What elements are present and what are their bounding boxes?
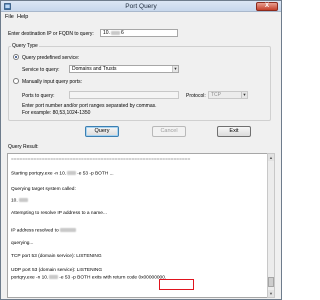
query-result-textbox[interactable]: ========================================…	[7, 153, 268, 298]
result-line-exit: portqry.exe -n 10. -e 53 -p BOTH exits wi…	[11, 275, 166, 280]
ports-hint-line2: For example: 80,53,1024-1350	[22, 110, 91, 116]
query-result-label: Query Result:	[8, 144, 39, 150]
query-type-group-label: Query Type	[11, 43, 39, 49]
scroll-thumb[interactable]	[268, 277, 274, 287]
redacted-text	[67, 171, 77, 175]
scroll-down-icon[interactable]: ▼	[268, 290, 274, 297]
redacted-text	[59, 228, 76, 232]
title-bar[interactable]: Port Query X	[1, 1, 281, 12]
result-line-resolved: IP address resolved to	[11, 228, 77, 233]
result-separator: ========================================…	[11, 157, 191, 162]
result-line-querying-target: Querying target system called:	[11, 187, 76, 192]
result-scrollbar[interactable]: ▲ ▼	[267, 153, 275, 298]
result-line-target-ip-text: 10.	[11, 198, 18, 204]
window-title: Port Query	[125, 3, 157, 10]
result-line-udp: UDP port 53 (domain service): LISTENING	[11, 268, 103, 273]
destination-label: Enter destination IP or FQDN to query:	[8, 31, 94, 37]
protocol-select[interactable]: TCP ▼	[208, 91, 248, 99]
result-line-resolve: Attempting to resolve IP address to a na…	[11, 211, 107, 216]
ports-input[interactable]	[69, 91, 179, 99]
result-line-starting-b: -e 53 -p BOTH ...	[77, 171, 114, 177]
result-line-starting: Starting portqry.exe -n 10. -e 53 -p BOTH…	[11, 171, 114, 176]
manual-ports-radio[interactable]	[13, 78, 19, 84]
redacted-text	[110, 30, 120, 35]
ports-to-query-label: Ports to query:	[22, 93, 55, 99]
result-line-querying: querying...	[11, 241, 34, 246]
result-line-exit-a: portqry.exe -n 10.	[11, 275, 49, 281]
return-code-highlight	[159, 279, 194, 290]
query-button[interactable]: Query	[85, 126, 119, 137]
chevron-down-icon: ▼	[172, 66, 178, 72]
service-select[interactable]: Domains and Trusts ▼	[69, 65, 179, 73]
destination-value-suffix: 6	[120, 30, 124, 36]
redacted-text	[49, 275, 59, 279]
result-line-target-ip: 10.	[11, 198, 29, 203]
result-line-tcp: TCP port 53 (domain service): LISTENING	[11, 254, 102, 259]
protocol-label: Protocol:	[186, 93, 206, 99]
service-select-value: Domains and Trusts	[72, 66, 117, 72]
predefined-service-label: Query predefined service:	[22, 55, 80, 61]
result-line-resolved-text: IP address resolved to	[11, 228, 59, 234]
predefined-service-radio[interactable]	[13, 54, 19, 60]
result-line-exit-b: -e 53 -p BOTH exits with return code	[59, 275, 138, 281]
menu-help[interactable]: Help	[17, 14, 28, 20]
result-line-starting-a: Starting portqry.exe -n 10.	[11, 171, 67, 177]
destination-input[interactable]: 10. 6	[100, 29, 178, 37]
exit-button[interactable]: Exit	[217, 126, 251, 137]
service-to-query-label: Service to query:	[22, 67, 60, 73]
scroll-up-icon[interactable]: ▲	[268, 154, 274, 161]
protocol-select-value: TCP	[211, 92, 221, 98]
destination-value-prefix: 10.	[103, 30, 110, 36]
ports-hint-line1: Enter port number and/or port ranges sep…	[22, 103, 157, 109]
redacted-text	[18, 198, 28, 202]
port-query-window: Port Query X File Help Enter destination…	[0, 0, 282, 300]
manual-ports-label: Manually input query ports:	[22, 79, 83, 85]
menu-bar: File Help	[1, 13, 281, 22]
close-button[interactable]: X	[256, 2, 278, 11]
cancel-button[interactable]: Cancel	[152, 126, 186, 137]
chevron-down-icon: ▼	[241, 92, 247, 98]
menu-file[interactable]: File	[5, 14, 14, 20]
